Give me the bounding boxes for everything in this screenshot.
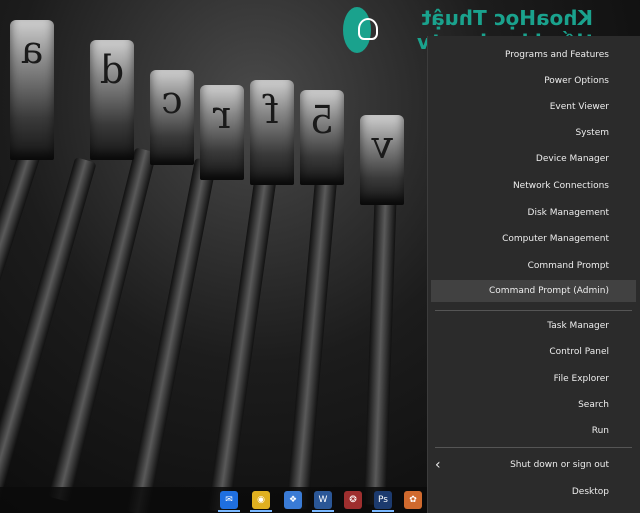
photos-icon[interactable]: ❖ <box>284 491 302 509</box>
typewriter-key: v <box>360 115 404 205</box>
chevron-left-icon: ‹ <box>435 457 441 473</box>
typewriter-key: r <box>200 85 244 180</box>
menu-item-system[interactable]: System <box>431 122 636 144</box>
menu-item-computer-management[interactable]: Computer Management <box>431 228 636 250</box>
menu-item-file-explorer[interactable]: File Explorer <box>431 368 636 390</box>
menu-item-programs-and-features[interactable]: Programs and Features <box>431 44 636 66</box>
word-icon[interactable]: W <box>312 491 334 512</box>
typebar-arm <box>363 184 397 506</box>
photoshop-icon[interactable]: Ps <box>372 491 394 512</box>
menu-item-shut-down-or-sign-out[interactable]: Shut down or sign out <box>431 454 636 476</box>
taskbar <box>0 487 427 513</box>
menu-item-command-prompt-admin[interactable]: Command Prompt (Admin) <box>431 280 636 302</box>
typewriter-key: f <box>250 80 294 185</box>
chrome-icon[interactable]: ◉ <box>250 491 272 512</box>
menu-item-search[interactable]: Search <box>431 394 636 416</box>
messenger-icon[interactable]: ✉ <box>218 491 240 512</box>
menu-item-event-viewer[interactable]: Event Viewer <box>431 96 636 118</box>
menu-item-device-manager[interactable]: Device Manager <box>431 148 636 170</box>
menu-item-power-options[interactable]: Power Options <box>431 70 636 92</box>
menu-separator <box>435 447 632 448</box>
typewriter-key: a <box>10 20 54 160</box>
menu-item-command-prompt[interactable]: Command Prompt <box>431 255 636 277</box>
typewriter-key: c <box>150 70 194 165</box>
lightbulb-logo-icon <box>343 7 379 53</box>
typewriter-key: d <box>90 40 134 160</box>
typebar-arm <box>286 179 337 510</box>
typewriter-key: 5 <box>300 90 344 185</box>
nox-icon[interactable]: ❂ <box>344 491 362 509</box>
typebar-arm <box>207 173 277 513</box>
menu-item-network-connections[interactable]: Network Connections <box>431 175 636 197</box>
menu-item-desktop[interactable]: Desktop <box>431 481 636 503</box>
menu-item-disk-management[interactable]: Disk Management <box>431 202 636 224</box>
menu-separator <box>435 310 632 311</box>
menu-item-task-manager[interactable]: Task Manager <box>431 315 636 337</box>
menu-item-run[interactable]: Run <box>431 420 636 442</box>
paint-icon[interactable]: ✿ <box>404 491 422 509</box>
menu-item-control-panel[interactable]: Control Panel <box>431 341 636 363</box>
